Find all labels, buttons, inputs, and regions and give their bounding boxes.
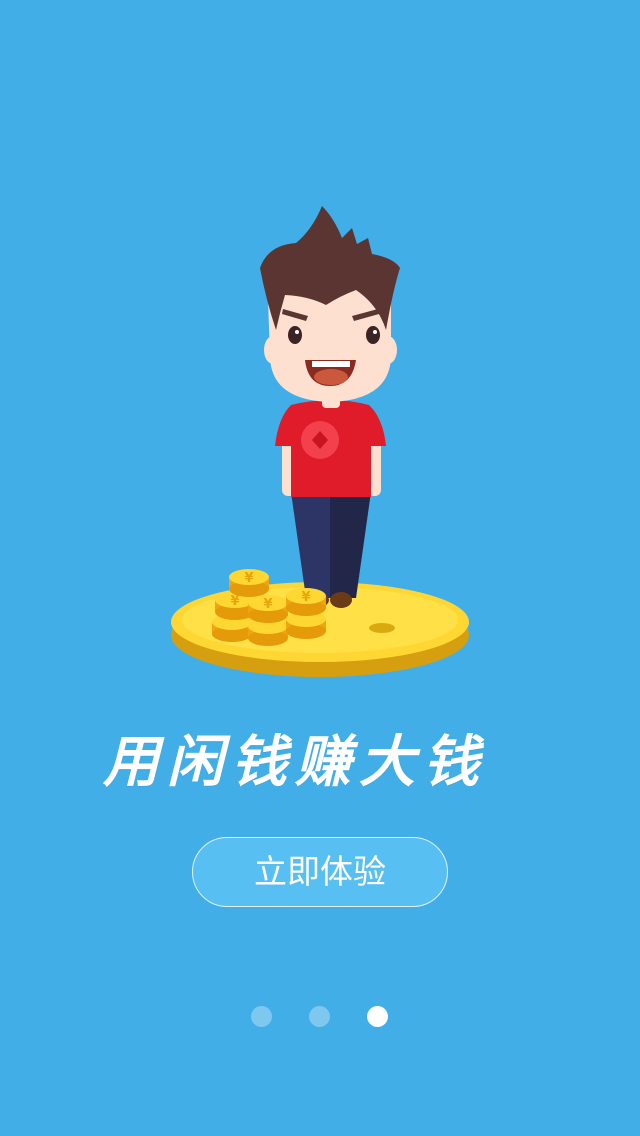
- page-dot-3-active[interactable]: [367, 1006, 388, 1027]
- head: [260, 206, 400, 402]
- coin-stack: ¥: [248, 595, 288, 646]
- page-dot-1[interactable]: [251, 1006, 272, 1027]
- red-shirt: [275, 398, 386, 497]
- onboarding-screen: ¥ ¥ ¥ ¥ 用闲钱赚大钱 立即体验: [0, 0, 640, 1136]
- svg-text:¥: ¥: [244, 571, 253, 586]
- page-dot-2[interactable]: [309, 1006, 330, 1027]
- svg-text:¥: ¥: [301, 590, 310, 605]
- slogan-title: 用闲钱赚大钱: [103, 729, 487, 795]
- svg-text:¥: ¥: [230, 594, 239, 609]
- coin-stack: ¥: [229, 569, 269, 597]
- try-now-button[interactable]: 立即体验: [192, 837, 448, 907]
- coin-stack: ¥: [286, 588, 326, 639]
- svg-text:¥: ¥: [263, 597, 272, 612]
- man-with-coins-illustration: ¥ ¥ ¥ ¥: [171, 206, 469, 677]
- page-indicator: [0, 1006, 640, 1028]
